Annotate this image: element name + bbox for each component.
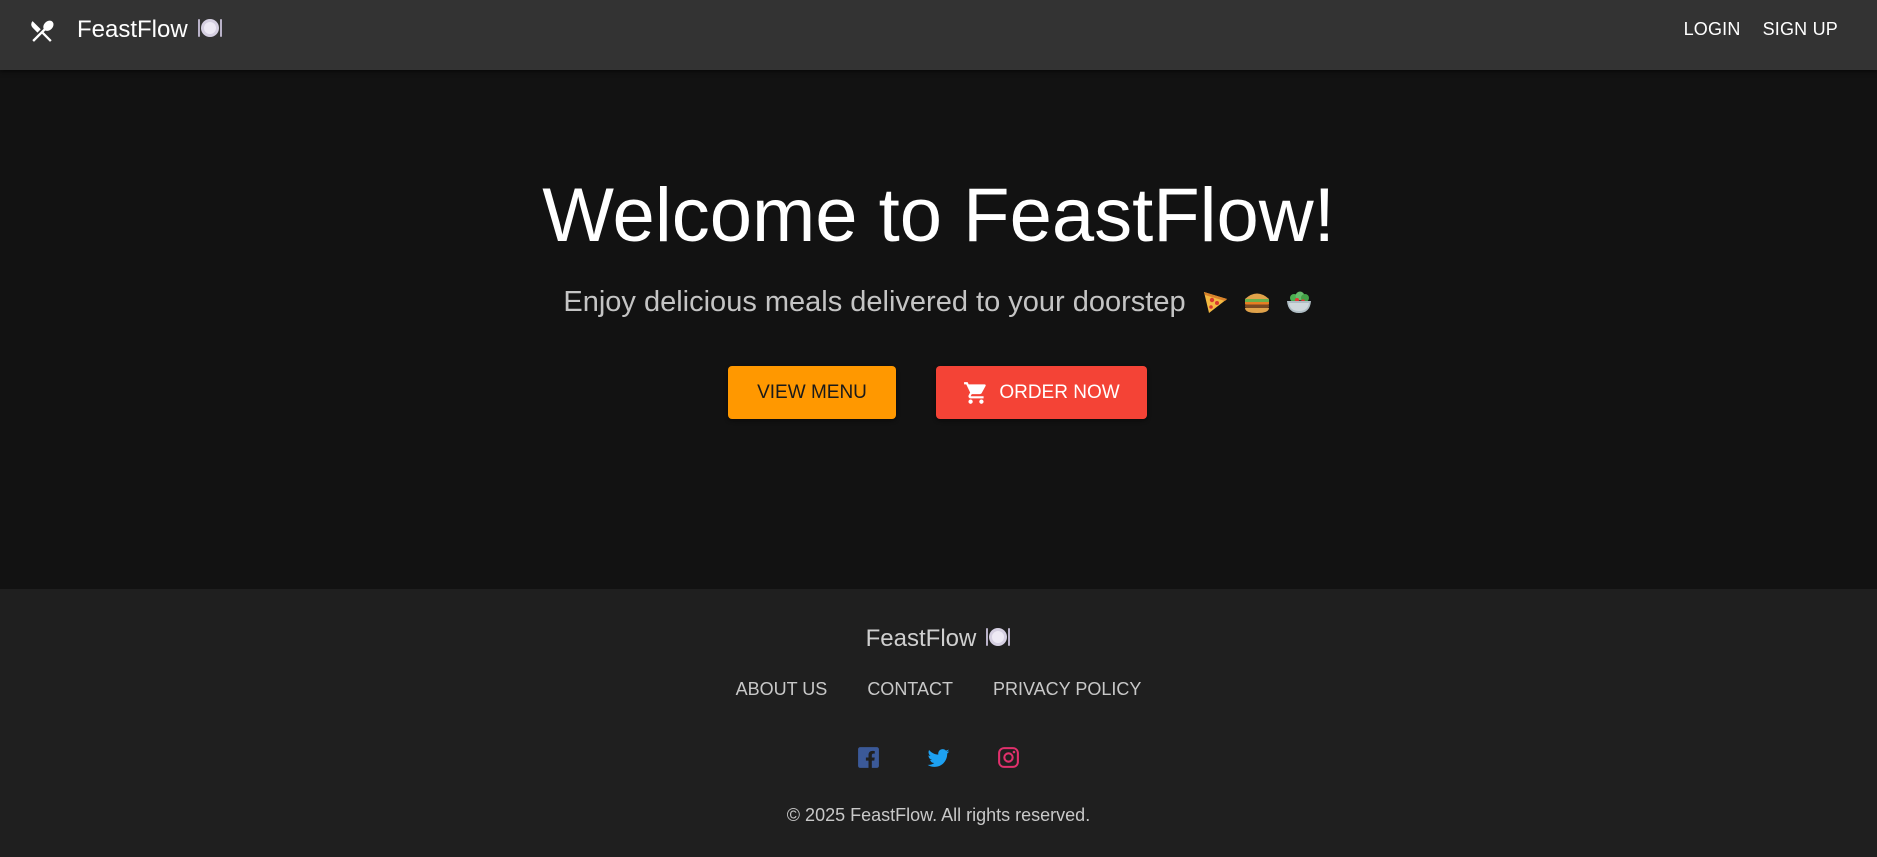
app-bar: FeastFlow LOGIN SIGN UP	[0, 0, 1877, 70]
burger-icon	[1244, 293, 1269, 313]
hero-title: Welcome to FeastFlow!	[542, 173, 1335, 258]
login-button[interactable]: LOGIN	[1684, 19, 1741, 40]
contact-link[interactable]: CONTACT	[867, 679, 953, 700]
plate-with-cutlery-icon	[986, 628, 1011, 646]
plate-with-cutlery-icon	[197, 19, 222, 37]
view-menu-label: VIEW MENU	[757, 381, 867, 403]
brand-name: FeastFlow	[77, 16, 188, 43]
salad-icon	[1286, 291, 1311, 313]
order-now-label: ORDER NOW	[999, 381, 1120, 403]
copyright-text: © 2025 FeastFlow. All rights reserved.	[786, 805, 1091, 825]
about-us-link[interactable]: ABOUT US	[736, 679, 828, 700]
privacy-policy-link[interactable]: PRIVACY POLICY	[993, 679, 1141, 700]
cart-icon	[964, 381, 987, 404]
footer-brand-name: FeastFlow	[865, 625, 977, 652]
footer-brand: FeastFlow	[0, 625, 1877, 653]
order-now-button[interactable]: ORDER NOW	[936, 366, 1147, 419]
hero-subtitle: Enjoy delicious meals delivered to your …	[0, 286, 1877, 319]
facebook-icon[interactable]	[856, 745, 881, 770]
signup-button[interactable]: SIGN UP	[1763, 19, 1838, 40]
twitter-icon[interactable]	[926, 745, 951, 770]
footer-links: ABOUT US CONTACT PRIVACY POLICY	[0, 679, 1877, 700]
social-links	[0, 745, 1877, 770]
view-menu-button[interactable]: VIEW MENU	[728, 366, 896, 419]
hero-subtitle-text: Enjoy delicious meals delivered to your …	[563, 286, 1186, 318]
brand-title[interactable]: FeastFlow	[77, 16, 223, 44]
footer: FeastFlow ABOUT US CONTACT PRIVACY POLIC…	[0, 589, 1877, 857]
top-nav: LOGIN SIGN UP	[1684, 19, 1838, 40]
hero-section: Welcome to FeastFlow! Enjoy delicious me…	[0, 70, 1877, 589]
instagram-icon[interactable]	[996, 745, 1021, 770]
fork-and-spoon-icon[interactable]	[28, 17, 56, 45]
pizza-icon	[1203, 292, 1227, 313]
